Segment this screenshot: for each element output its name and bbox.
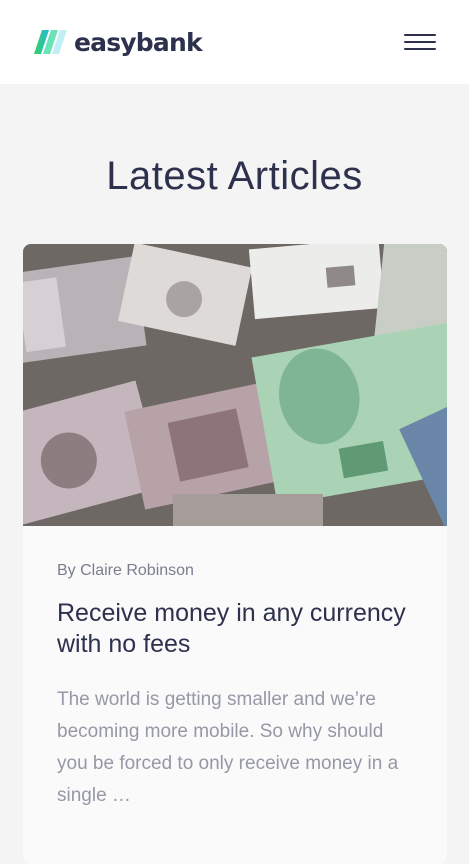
- article-card[interactable]: By Claire Robinson Receive money in any …: [23, 244, 447, 864]
- article-title[interactable]: Receive money in any currency with no fe…: [57, 598, 413, 660]
- article-excerpt: The world is getting smaller and we’re b…: [57, 689, 399, 806]
- article-image: [23, 244, 447, 526]
- article-byline: By Claire Robinson: [57, 562, 194, 579]
- section-title: Latest Articles: [106, 154, 363, 198]
- article-body: By Claire Robinson Receive money in any …: [23, 526, 447, 812]
